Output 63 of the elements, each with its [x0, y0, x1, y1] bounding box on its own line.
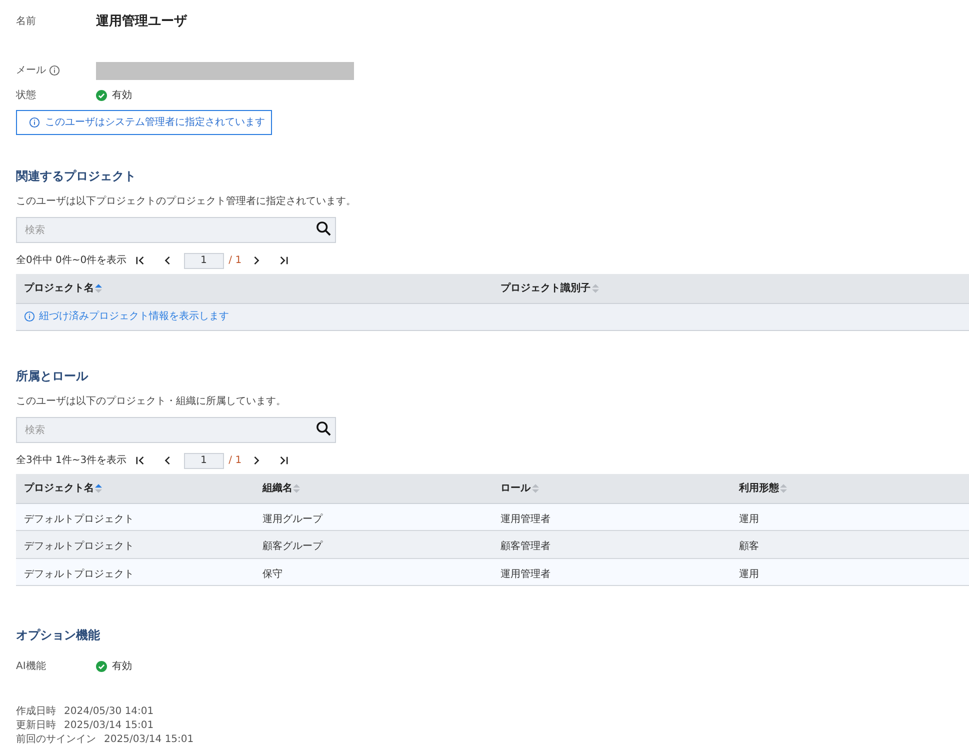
- previous-page-icon[interactable]: [162, 456, 172, 465]
- first-page-icon[interactable]: [136, 256, 145, 265]
- field-label: 名前: [16, 15, 37, 30]
- status-value: 有効: [112, 660, 132, 674]
- next-page-icon[interactable]: [252, 256, 261, 265]
- last-page-icon[interactable]: [278, 256, 288, 265]
- column-header[interactable]: プロジェクト識別子: [500, 280, 590, 296]
- search-field[interactable]: 検索: [16, 217, 336, 243]
- previous-page-icon[interactable]: [162, 256, 172, 265]
- table-cell: 運用管理者: [500, 568, 550, 580]
- result-count: 全3件中 1件~3件を表示: [16, 454, 127, 468]
- table-cell: 顧客: [738, 541, 759, 552]
- last-page-icon[interactable]: [278, 456, 288, 465]
- column-header[interactable]: 組織名: [262, 480, 292, 496]
- next-page-icon[interactable]: [252, 456, 261, 465]
- column-header[interactable]: プロジェクト名: [24, 280, 94, 296]
- sort-icon[interactable]: [95, 282, 102, 294]
- section-title: オプション機能: [16, 627, 101, 644]
- column-header[interactable]: ロール: [500, 480, 530, 496]
- table-cell: 運用: [738, 568, 759, 580]
- table-cell: デフォルトプロジェクト: [24, 568, 134, 580]
- table-cell: デフォルトプロジェクト: [24, 541, 134, 552]
- timestamp-label: 前回のサインイン: [16, 732, 96, 746]
- empty-message: 紐づけ済みプロジェクト情報を表示します: [39, 310, 229, 324]
- search-icon[interactable]: [316, 420, 331, 436]
- table-cell: 保守: [262, 568, 282, 580]
- table-cell: デフォルトプロジェクト: [24, 514, 134, 525]
- table-cell: 顧客グループ: [262, 541, 322, 552]
- page-input[interactable]: 1: [184, 452, 224, 468]
- table-cell: 顧客管理者: [500, 541, 550, 552]
- info-icon: [29, 116, 40, 128]
- column-header[interactable]: プロジェクト名: [24, 480, 94, 496]
- section-title: 関連するプロジェクト: [16, 168, 137, 184]
- field-label: 状態: [16, 88, 37, 104]
- first-page-icon[interactable]: [136, 456, 145, 465]
- result-count: 全0件中 0件~0件を表示: [16, 254, 127, 268]
- sort-icon[interactable]: [95, 482, 102, 494]
- section-description: このユーザは以下のプロジェクト・組織に所属しています。: [16, 394, 287, 408]
- section-description: このユーザは以下プロジェクトのプロジェクト管理者に指定されています。: [16, 194, 357, 208]
- user-name: 運用管理ユーザ: [96, 13, 187, 32]
- page-input[interactable]: 1: [184, 252, 224, 268]
- timestamp-label: 更新日時: [16, 718, 56, 732]
- timestamp-value: 2024/05/30 14:01: [64, 704, 154, 718]
- section-title: 所属とロール: [16, 368, 90, 384]
- table-cell: 運用グループ: [262, 514, 322, 525]
- field-label: AI機能: [16, 660, 47, 674]
- check-icon: [96, 660, 107, 672]
- timestamp-value: 2025/03/14 15:01: [64, 718, 154, 732]
- column-header[interactable]: 利用形態: [738, 480, 779, 496]
- status-value: 有効: [112, 88, 132, 104]
- search-icon[interactable]: [316, 220, 331, 236]
- timestamp-label: 作成日時: [16, 704, 56, 718]
- info-icon: [49, 65, 60, 76]
- page-total: / 1: [228, 454, 242, 468]
- timestamp-value: 2025/03/14 15:01: [104, 732, 194, 746]
- search-field[interactable]: 検索: [16, 417, 336, 443]
- check-icon: [96, 90, 107, 102]
- notice-text: このユーザはシステム管理者に指定されています: [45, 116, 265, 130]
- table-cell: 運用管理者: [500, 514, 550, 525]
- info-icon: [24, 311, 35, 322]
- field-label: メール: [16, 64, 46, 78]
- table-cell: 運用: [738, 514, 759, 525]
- page-total: / 1: [228, 254, 242, 268]
